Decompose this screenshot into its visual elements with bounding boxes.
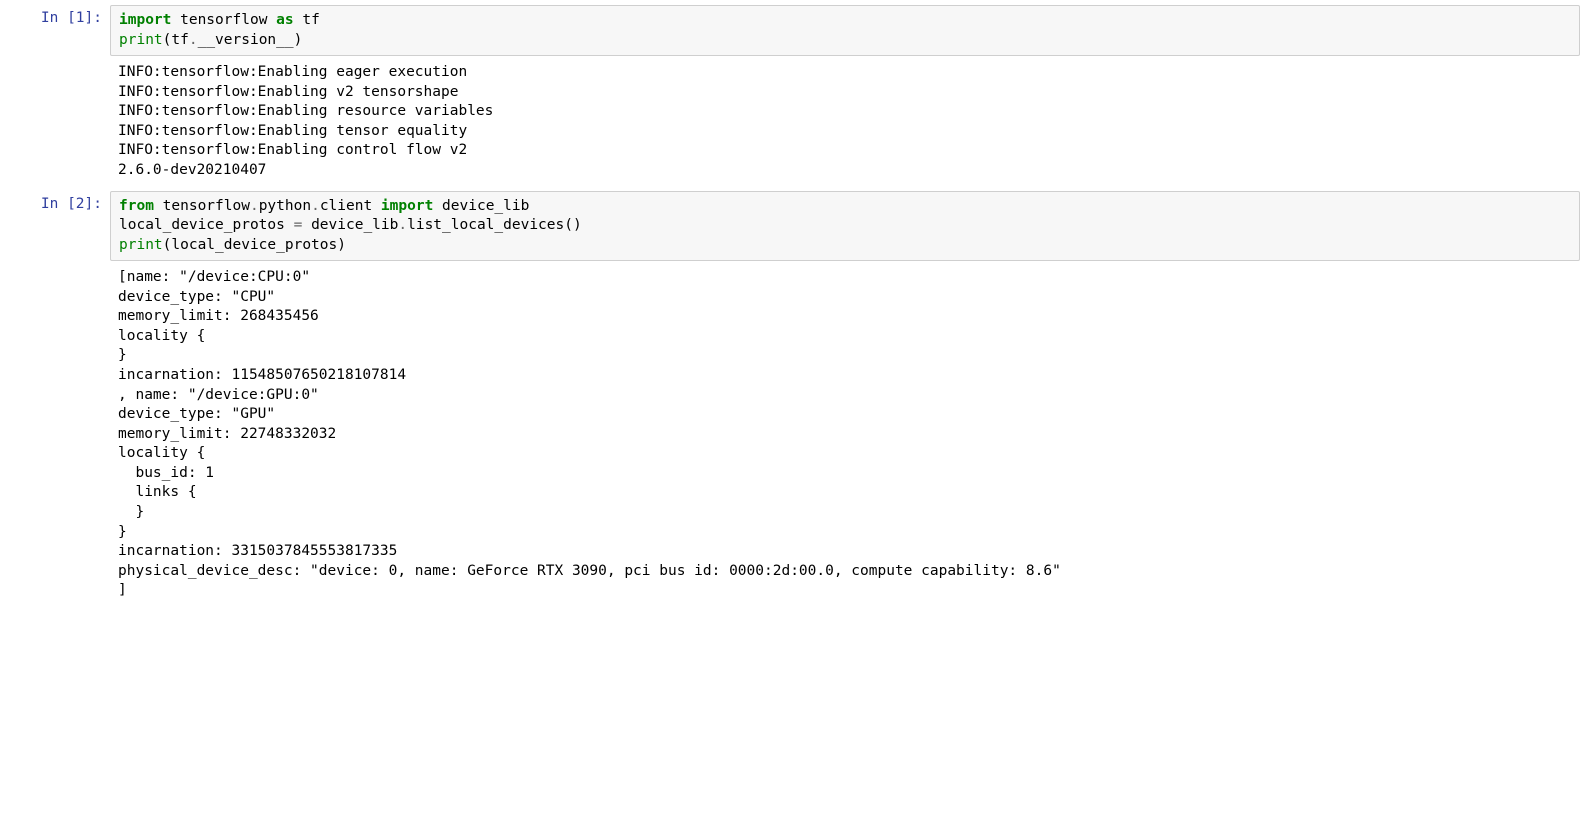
output-prompt (0, 58, 110, 68)
output-prompt (0, 263, 110, 273)
output-text: [name: "/device:CPU:0" device_type: "CPU… (118, 268, 1572, 601)
code-cell: In [1]: import tensorflow as tf print(tf… (0, 5, 1580, 56)
code-output: INFO:tensorflow:Enabling eager execution… (110, 58, 1580, 188)
output-cell: [name: "/device:CPU:0" device_type: "CPU… (0, 263, 1580, 609)
output-cell: INFO:tensorflow:Enabling eager execution… (0, 58, 1580, 188)
output-text: INFO:tensorflow:Enabling eager execution… (118, 63, 1572, 180)
code-cell: In [2]: from tensorflow.python.client im… (0, 191, 1580, 262)
input-prompt: In [2]: (0, 191, 110, 217)
code-output: [name: "/device:CPU:0" device_type: "CPU… (110, 263, 1580, 609)
code-input[interactable]: from tensorflow.python.client import dev… (110, 191, 1580, 262)
code-input[interactable]: import tensorflow as tf print(tf.__versi… (110, 5, 1580, 56)
code-content[interactable]: import tensorflow as tf print(tf.__versi… (119, 11, 1571, 50)
code-content[interactable]: from tensorflow.python.client import dev… (119, 197, 1571, 256)
input-prompt: In [1]: (0, 5, 110, 31)
